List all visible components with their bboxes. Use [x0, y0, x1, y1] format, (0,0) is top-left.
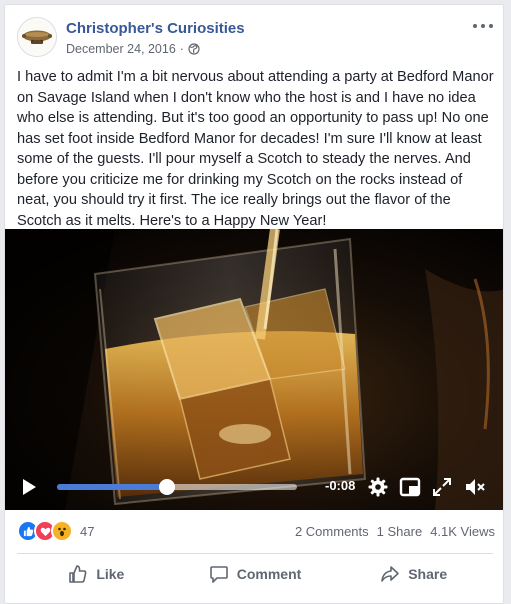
- video-controls: -0:08: [5, 466, 503, 510]
- reaction-count[interactable]: 47: [80, 524, 94, 539]
- settings-icon[interactable]: [367, 476, 389, 498]
- page-name-link[interactable]: Christopher's Curiosities: [66, 20, 245, 37]
- airship-logo-icon: [18, 18, 56, 56]
- time-remaining: -0:08: [325, 478, 356, 493]
- fullscreen-icon[interactable]: [431, 476, 453, 498]
- meta-separator: ·: [179, 42, 184, 56]
- engagement-stats: 2 Comments 1 Share 4.1K Views: [295, 524, 495, 539]
- comments-count-link[interactable]: 2 Comments: [295, 524, 369, 539]
- share-label: Share: [408, 566, 448, 582]
- like-label: Like: [96, 566, 125, 582]
- video-progress-bar[interactable]: [57, 479, 297, 495]
- globe-icon[interactable]: [188, 43, 200, 55]
- divider: [17, 553, 493, 554]
- post-date[interactable]: December 24, 2016: [66, 42, 176, 56]
- views-count: 4.1K Views: [430, 523, 495, 539]
- mute-icon[interactable]: [464, 476, 486, 498]
- reaction-icons[interactable]: [17, 520, 73, 542]
- thumbs-up-icon: [69, 565, 87, 583]
- video-player[interactable]: -0:08: [5, 229, 503, 510]
- post-actions: Like Comment Share: [17, 557, 493, 591]
- more-options-button[interactable]: [473, 19, 493, 33]
- shares-count-link[interactable]: 1 Share: [377, 524, 423, 539]
- comment-button[interactable]: Comment: [176, 557, 335, 591]
- wow-reaction-icon: [51, 520, 73, 542]
- post-meta: December 24, 2016 ·: [66, 42, 200, 56]
- page-avatar[interactable]: [17, 17, 57, 57]
- share-button[interactable]: Share: [334, 557, 493, 591]
- like-button[interactable]: Like: [17, 557, 176, 591]
- post-body-text: I have to admit I'm a bit nervous about …: [17, 69, 494, 229]
- reactions-summary: 47 2 Comments 1 Share 4.1K Views: [17, 520, 495, 542]
- video-progress-fill: [57, 484, 168, 490]
- comment-label: Comment: [236, 566, 302, 582]
- dot-icon: [473, 24, 477, 28]
- share-arrow-icon: [381, 566, 400, 582]
- dot-icon: [489, 24, 493, 28]
- comment-bubble-icon: [209, 566, 228, 583]
- progress-scrubber-handle[interactable]: [159, 479, 176, 495]
- picture-in-picture-icon[interactable]: [399, 476, 421, 498]
- dot-icon: [481, 24, 485, 28]
- play-icon[interactable]: [19, 477, 39, 497]
- post-card: Christopher's Curiosities December 24, 2…: [4, 4, 504, 604]
